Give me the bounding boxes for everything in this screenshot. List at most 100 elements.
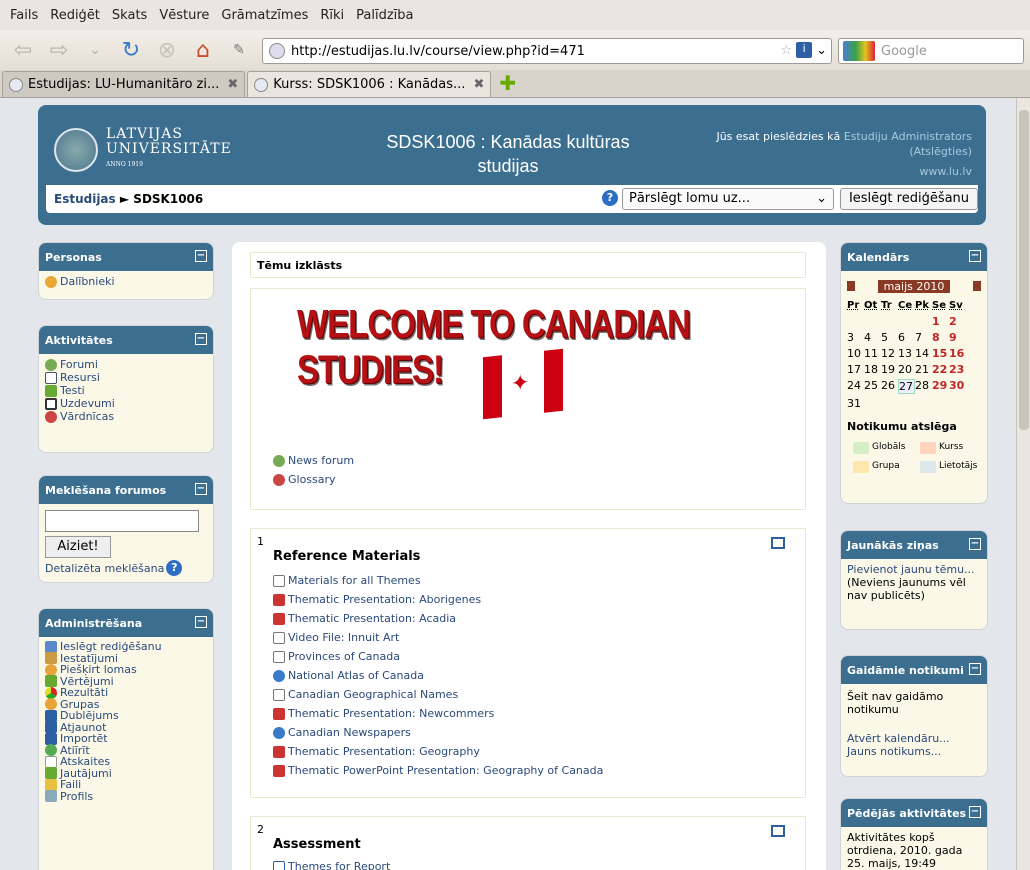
resource-link[interactable]: Thematic Presentation: Geography xyxy=(288,742,480,761)
calendar-day[interactable]: 15 xyxy=(932,347,949,360)
activity-quizzes-link[interactable]: Testi xyxy=(60,384,85,397)
advanced-search-link[interactable]: Detalizēta meklēšana xyxy=(45,562,164,575)
menu-help[interactable]: Palīdzība xyxy=(356,8,413,23)
breadcrumb-root[interactable]: Estudijas xyxy=(54,192,116,206)
menu-history[interactable]: Vēsture xyxy=(159,8,209,23)
menu-view[interactable]: Skats xyxy=(112,8,147,23)
menu-edit[interactable]: Rediģēt xyxy=(50,8,100,23)
calendar-day[interactable]: 30 xyxy=(949,379,966,394)
calendar-day[interactable]: 9 xyxy=(949,331,966,344)
forum-search-input[interactable] xyxy=(45,510,199,532)
close-tab-icon[interactable]: ✖ xyxy=(227,77,238,92)
calendar-day[interactable]: 17 xyxy=(847,363,864,376)
new-event-link[interactable]: Jauns notikums... xyxy=(847,745,981,758)
menu-bookmarks[interactable]: Grāmatzīmes xyxy=(221,8,308,23)
search-box[interactable]: Google xyxy=(838,38,1024,64)
activity-forums-link[interactable]: Forumi xyxy=(60,358,98,371)
admin-editing-link[interactable]: Ieslēgt rediģēšanu xyxy=(60,641,162,652)
bookmark-tool-icon[interactable]: ✎ xyxy=(226,42,252,58)
calendar-day[interactable]: 16 xyxy=(949,347,966,360)
calendar-day[interactable]: 2 xyxy=(949,315,966,328)
news-forum-link[interactable]: News forum xyxy=(288,451,354,470)
url-bar[interactable]: http://estudijas.lu.lv/course/view.php?i… xyxy=(262,38,832,64)
calendar-day[interactable]: 21 xyxy=(915,363,932,376)
admin-questions-link[interactable]: Jautājumi xyxy=(60,768,112,779)
calendar-day[interactable]: 3 xyxy=(847,331,864,344)
resource-link[interactable]: Thematic Presentation: Aborigenes xyxy=(288,590,481,609)
calendar-day[interactable]: 23 xyxy=(949,363,966,376)
calendar-day[interactable]: 31 xyxy=(847,397,864,410)
calendar-day[interactable]: 25 xyxy=(864,379,881,394)
show-only-section-icon[interactable] xyxy=(771,825,785,837)
resource-link[interactable]: Themes for Report xyxy=(288,857,390,870)
calendar-day[interactable]: 19 xyxy=(881,363,898,376)
activity-assignments-link[interactable]: Uzdevumi xyxy=(60,397,115,410)
university-logo[interactable]: LATVIJAS UNIVERSITĀTE ANNO 1919 xyxy=(54,127,232,172)
star-icon[interactable]: ☆ xyxy=(780,43,792,58)
resource-link[interactable]: Thematic Presentation: Newcommers xyxy=(288,704,494,723)
next-month-icon[interactable] xyxy=(972,281,981,291)
legend-course[interactable]: Kurss xyxy=(939,441,963,454)
calendar-day[interactable]: 29 xyxy=(932,379,949,394)
admin-reset-link[interactable]: Atiīrīt xyxy=(60,745,90,756)
admin-reports-link[interactable]: Atskaites xyxy=(60,756,110,767)
resource-link[interactable]: Provinces of Canada xyxy=(288,647,400,666)
collapse-icon[interactable]: − xyxy=(969,538,981,550)
search-go-button[interactable]: Aiziet! xyxy=(45,536,111,558)
calendar-day[interactable]: 1 xyxy=(932,315,949,328)
scrollbar-thumb[interactable] xyxy=(1019,110,1029,430)
participants-link[interactable]: Dalībnieki xyxy=(60,275,115,288)
resource-link[interactable]: Canadian Newspapers xyxy=(288,723,411,742)
calendar-day[interactable]: 12 xyxy=(881,347,898,360)
site-identity-icon[interactable] xyxy=(269,43,285,59)
calendar-day[interactable]: 14 xyxy=(915,347,932,360)
calendar-day[interactable]: 4 xyxy=(864,331,881,344)
collapse-icon[interactable]: − xyxy=(969,806,981,818)
collapse-icon[interactable]: − xyxy=(969,663,981,675)
dropdown-icon[interactable]: ⌄ xyxy=(816,43,827,58)
site-link[interactable]: www.lu.lv xyxy=(919,165,972,178)
collapse-icon[interactable]: − xyxy=(195,250,207,262)
calendar-day[interactable]: 20 xyxy=(898,363,915,376)
calendar-day[interactable]: 26 xyxy=(881,379,898,394)
help-icon[interactable]: ? xyxy=(602,190,618,206)
calendar-day[interactable]: 8 xyxy=(932,331,949,344)
admin-settings-link[interactable]: Iestatījumi xyxy=(60,653,118,664)
user-link[interactable]: Estudiju Administrators xyxy=(844,130,972,143)
admin-backup-link[interactable]: Dublējums xyxy=(60,710,119,721)
calendar-day[interactable]: 10 xyxy=(847,347,864,360)
collapse-icon[interactable]: − xyxy=(195,333,207,345)
activity-resources-link[interactable]: Resursi xyxy=(60,371,100,384)
menu-tools[interactable]: Rīki xyxy=(320,8,344,23)
new-tab-icon[interactable]: ✚ xyxy=(499,71,516,95)
stop-icon[interactable]: ⊗ xyxy=(154,38,180,63)
admin-import-link[interactable]: Importēt xyxy=(60,733,108,744)
add-topic-link[interactable]: Pievienot jaunu tēmu... xyxy=(847,563,981,576)
calendar-day[interactable]: 24 xyxy=(847,379,864,394)
calendar-day[interactable]: 22 xyxy=(932,363,949,376)
info-icon[interactable]: i xyxy=(796,42,813,58)
calendar-day[interactable]: 6 xyxy=(898,331,915,344)
admin-roles-link[interactable]: Piešķirt lomas xyxy=(60,664,137,675)
calendar-day[interactable]: 18 xyxy=(864,363,881,376)
calendar-day[interactable]: 11 xyxy=(864,347,881,360)
resource-link[interactable]: Thematic Presentation: Acadia xyxy=(288,609,456,628)
role-select[interactable]: Pārslēgt lomu uz... ⌄ xyxy=(622,188,834,210)
admin-groups-link[interactable]: Grupas xyxy=(60,699,99,710)
close-tab-icon[interactable]: ✖ xyxy=(473,77,484,92)
back-icon[interactable]: ⇦ xyxy=(10,38,36,63)
scrollbar[interactable] xyxy=(1016,98,1030,870)
history-dropdown-icon[interactable]: ⌄ xyxy=(82,42,108,58)
menu-file[interactable]: Fails xyxy=(10,8,38,23)
resource-link[interactable]: Thematic PowerPoint Presentation: Geogra… xyxy=(288,761,603,780)
collapse-icon[interactable]: − xyxy=(195,616,207,628)
admin-profile-link[interactable]: Profils xyxy=(60,791,93,802)
legend-group[interactable]: Grupa xyxy=(872,460,900,473)
calendar-day[interactable]: 13 xyxy=(898,347,915,360)
admin-files-link[interactable]: Faili xyxy=(60,779,81,790)
resource-link[interactable]: Materials for all Themes xyxy=(288,571,421,590)
collapse-icon[interactable]: − xyxy=(195,483,207,495)
prev-month-icon[interactable] xyxy=(847,281,855,291)
resource-link[interactable]: National Atlas of Canada xyxy=(288,666,424,685)
activity-glossaries-link[interactable]: Vārdnīcas xyxy=(60,410,114,423)
